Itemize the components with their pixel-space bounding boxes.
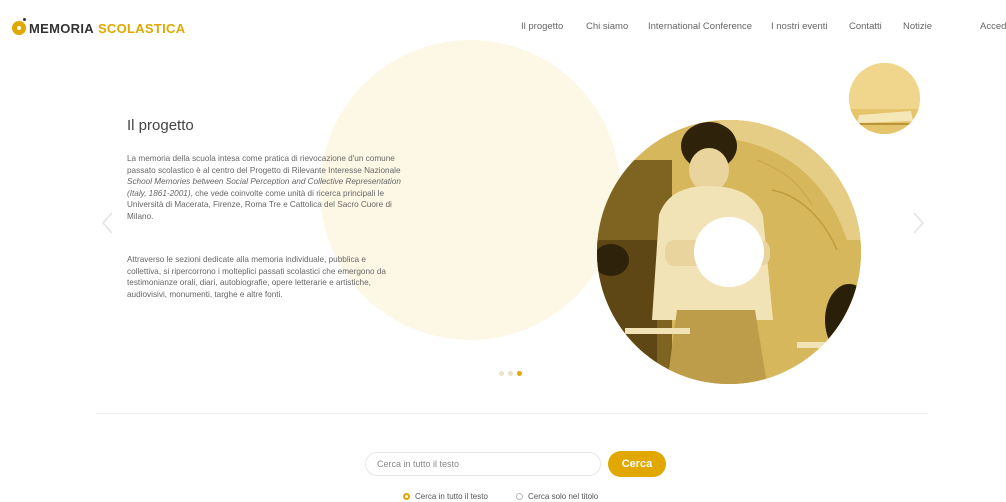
hero-title: Il progetto: [127, 117, 194, 134]
slider-dot-1[interactable]: [499, 371, 504, 376]
section-divider: [96, 413, 928, 414]
slider-dot-3[interactable]: [517, 371, 522, 376]
hero-paragraph-2: Attraverso le sezioni dedicate alla memo…: [127, 255, 386, 299]
nav-chi-siamo[interactable]: Chi siamo: [586, 21, 628, 32]
main-nav: Il progetto Chi siamo International Conf…: [0, 21, 1006, 35]
hero-photo: [597, 120, 861, 384]
nav-accedi[interactable]: Accedi: [980, 21, 1006, 32]
nav-international-conference[interactable]: International Conference: [648, 21, 752, 32]
slider-dots: [499, 371, 539, 377]
search-option-full-text[interactable]: Cerca in tutto il testo: [403, 490, 488, 502]
nav-contatti[interactable]: Contatti: [849, 21, 882, 32]
decorative-photo-illustration: [849, 63, 920, 134]
search-option-title-only[interactable]: Cerca solo nel titolo: [516, 490, 598, 502]
nav-i-nostri-eventi[interactable]: I nostri eventi: [771, 21, 828, 32]
hero-paragraph-1-text-a: La memoria della scuola intesa come prat…: [127, 154, 401, 175]
slider-prev-button[interactable]: [98, 210, 118, 236]
slider-next-button[interactable]: [908, 210, 928, 236]
search-option-title-only-label: Cerca solo nel titolo: [528, 491, 599, 501]
hero-paragraph-1: La memoria della scuola intesa come prat…: [127, 153, 402, 223]
chevron-right-icon: [913, 212, 925, 234]
slider-dot-2[interactable]: [508, 371, 513, 376]
nav-notizie[interactable]: Notizie: [903, 21, 932, 32]
chevron-left-icon: [101, 212, 113, 234]
search-option-full-text-label: Cerca in tutto il testo: [415, 491, 488, 501]
radio-unchecked-icon[interactable]: [516, 492, 523, 500]
photo-center-cutout: [694, 217, 764, 287]
search-button[interactable]: Cerca: [608, 451, 666, 477]
decorative-photo-circle: [849, 63, 920, 134]
search-input[interactable]: [365, 452, 601, 476]
nav-il-progetto[interactable]: Il progetto: [521, 21, 563, 32]
radio-checked-icon[interactable]: [403, 492, 410, 500]
